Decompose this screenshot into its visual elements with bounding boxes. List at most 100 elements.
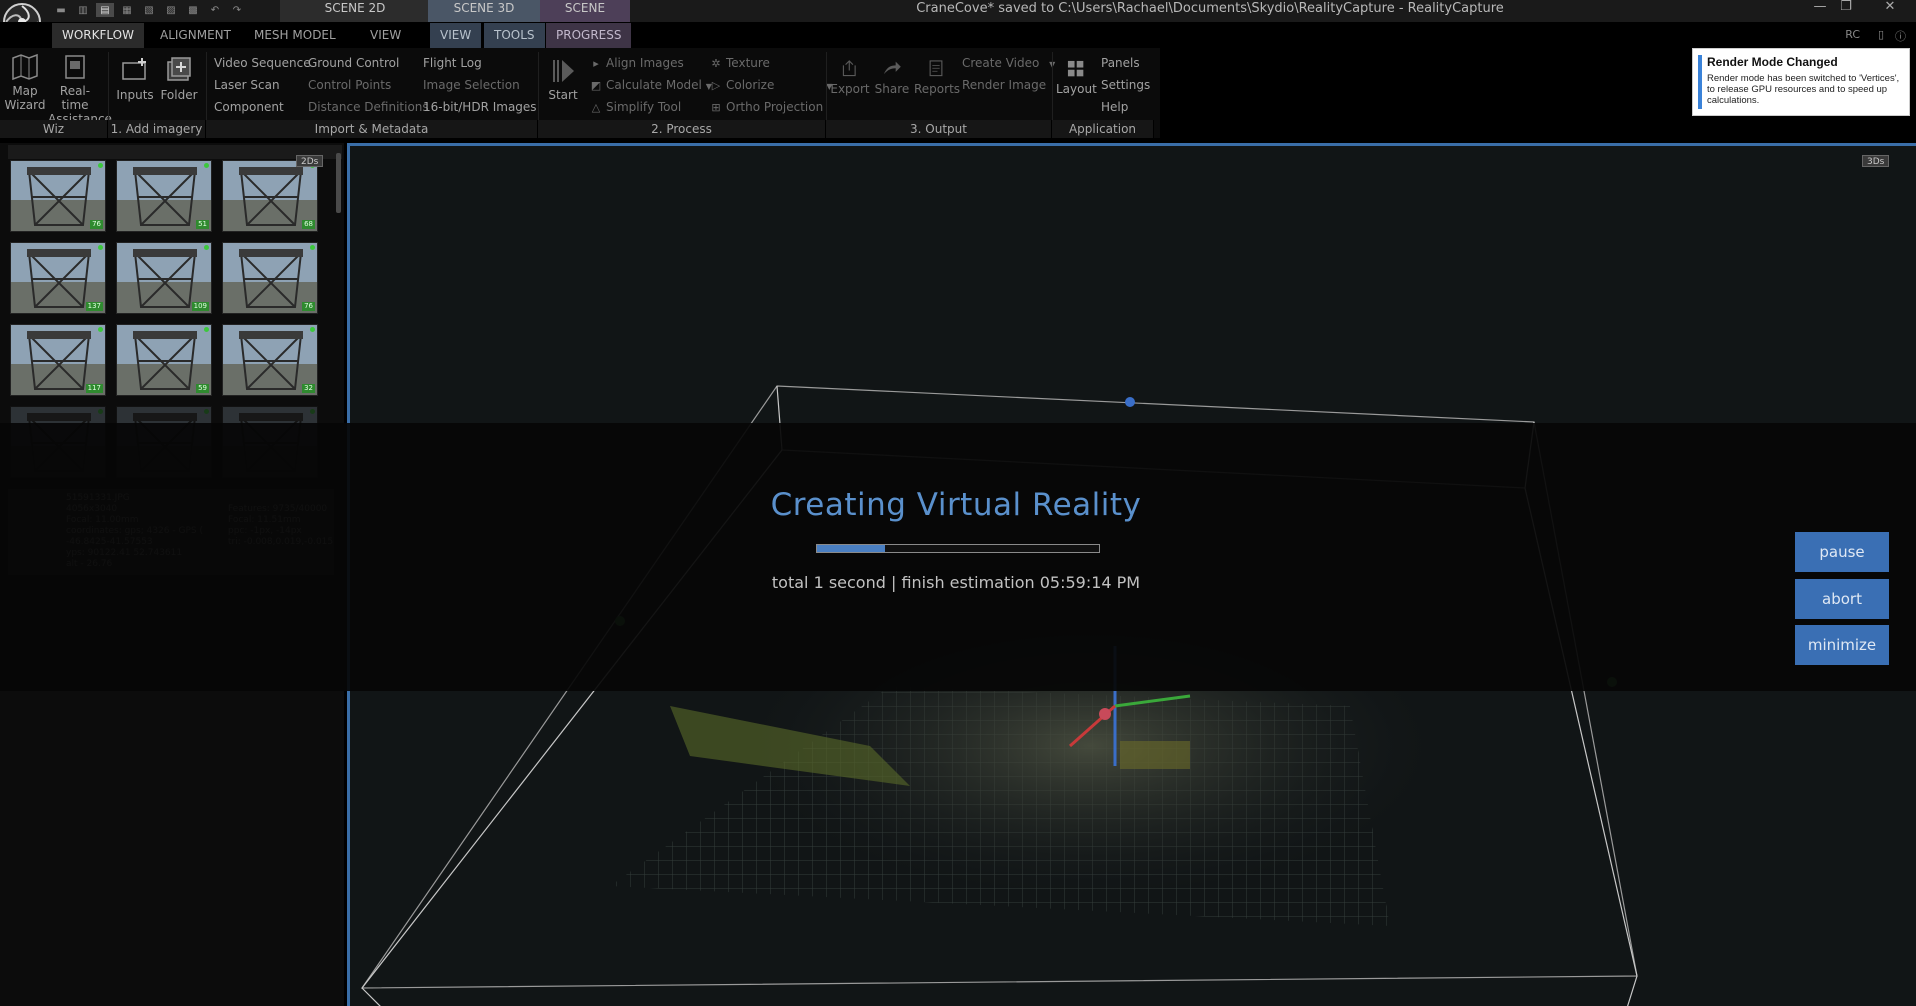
layout-4-icon[interactable]: ▦ [118, 3, 136, 17]
image-selection-button[interactable]: Image Selection [423, 78, 520, 92]
layout-7-icon[interactable]: ▩ [184, 3, 202, 17]
section-application: Application [1052, 120, 1154, 138]
panels-button[interactable]: Panels [1101, 56, 1140, 70]
export-label: Export [830, 82, 870, 96]
align-images-button[interactable]: ▸ Align Images [590, 56, 684, 70]
section-output: 3. Output [826, 120, 1052, 138]
tab-alignment[interactable]: ALIGNMENT [150, 23, 241, 48]
render-image-button[interactable]: Render Image [962, 78, 1046, 92]
layout-6-icon[interactable]: ▨ [162, 3, 180, 17]
distance-definitions-button[interactable]: Distance Definitions [308, 100, 429, 114]
export-button[interactable]: Export [830, 58, 870, 96]
pause-button[interactable]: pause [1795, 532, 1889, 572]
layout-button[interactable]: Layout [1056, 58, 1097, 96]
layout-5-icon[interactable]: ▧ [140, 3, 158, 17]
restore-window-button[interactable]: ❐ [1826, 0, 1866, 16]
start-label: Start [548, 88, 578, 102]
context-tab-scene-3d[interactable]: SCENE 3D [428, 0, 540, 22]
texture-icon: ✲ [711, 57, 721, 70]
progress-title: Creating Virtual Reality [770, 487, 1142, 523]
minimize-progress-button[interactable]: minimize [1795, 625, 1889, 665]
render-mode-notification[interactable]: Render Mode Changed Render mode has been… [1692, 48, 1910, 116]
reports-label: Reports [914, 82, 961, 96]
image-thumbnail[interactable]: 117 [10, 324, 106, 396]
inputs-button[interactable]: Inputs [112, 56, 158, 102]
video-sequence-button[interactable]: Video Sequence [214, 56, 311, 70]
image-thumbnail[interactable]: 137 [10, 242, 106, 314]
create-video-button[interactable]: Create Video ▼ [962, 56, 1055, 70]
image-thumbnail[interactable]: 51 [116, 160, 212, 232]
control-points-button[interactable]: Control Points [308, 78, 391, 92]
redo-icon[interactable]: ↷ [228, 3, 246, 17]
tab-scene-view[interactable]: VIEW [430, 23, 482, 48]
feature-count-badge: 68 [302, 220, 315, 229]
tab-view[interactable]: VIEW [360, 23, 411, 48]
share-icon [883, 61, 901, 75]
status-dot-icon [98, 245, 103, 250]
folder-button[interactable]: Folder [156, 56, 202, 102]
rc-label[interactable]: RC [1845, 28, 1860, 41]
calculate-model-button[interactable]: ◩ Calculate Model ▼ [590, 78, 712, 92]
flight-log-button[interactable]: Flight Log [423, 56, 482, 70]
texture-button[interactable]: ✲ Texture [710, 56, 770, 70]
image-thumbnail[interactable]: 59 [116, 324, 212, 396]
view-badge-3ds[interactable]: 3Ds [1862, 155, 1890, 167]
status-dot-icon [310, 409, 315, 414]
feature-count-badge: 59 [196, 384, 209, 393]
document-icon[interactable]: ▯ [1878, 28, 1884, 41]
undo-icon[interactable]: ↶ [206, 3, 224, 17]
section-add-imagery: 1. Add imagery [108, 120, 206, 138]
simplify-tool-button[interactable]: △ Simplify Tool [590, 100, 681, 114]
layout-2-icon[interactable]: ▥ [74, 3, 92, 17]
component-button[interactable]: Component [214, 100, 284, 114]
box-handle-center[interactable] [1099, 708, 1111, 720]
window-title: CraneCove* saved to C:\Users\Rachael\Doc… [916, 1, 1504, 16]
ortho-projection-button[interactable]: ⊞ Ortho Projection [710, 100, 823, 114]
quick-access-toolbar: ▬ ▥ ▤ ▦ ▧ ▨ ▩ ↶ ↷ [52, 3, 246, 17]
ribbon-tab-row: WORKFLOW ALIGNMENT MESH MODEL VIEW VIEW … [0, 22, 1916, 48]
tab-mesh-model[interactable]: MESH MODEL [244, 23, 346, 48]
realtime-assistance-button[interactable]: Real-time Assistance [48, 52, 112, 126]
tab-progress[interactable]: PROGRESS [546, 23, 632, 48]
map-wizard-button[interactable]: Map Wizard [2, 52, 48, 112]
abort-button[interactable]: abort [1795, 579, 1889, 619]
image-thumbnail[interactable]: 76 [222, 242, 318, 314]
info-icon[interactable]: ⓘ [1895, 28, 1906, 44]
realtime-icon [65, 55, 85, 79]
progress-status: total 1 second | finish estimation 05:59… [771, 573, 1141, 592]
status-dot-icon [204, 409, 209, 414]
image-thumbnail[interactable]: 76 [10, 160, 106, 232]
image-thumbnail[interactable]: 32 [222, 324, 318, 396]
layout-icon [1067, 60, 1084, 77]
layout-3-icon[interactable]: ▤ [96, 3, 114, 17]
tab-tools[interactable]: TOOLS [484, 23, 545, 48]
image-thumbnail[interactable]: 68 [222, 160, 318, 232]
section-process: 2. Process [538, 120, 826, 138]
close-window-button[interactable]: ✕ [1870, 0, 1910, 16]
status-dot-icon [310, 327, 315, 332]
image-thumbnail[interactable]: 109 [116, 242, 212, 314]
tab-workflow[interactable]: WORKFLOW [52, 23, 144, 48]
settings-button[interactable]: Settings [1101, 78, 1150, 92]
layout-1-icon[interactable]: ▬ [52, 3, 70, 17]
hdr-images-button[interactable]: 16-bit/HDR Images [423, 100, 537, 114]
laser-scan-button[interactable]: Laser Scan [214, 78, 280, 92]
start-button[interactable]: Start [544, 56, 582, 102]
share-button[interactable]: Share [872, 58, 912, 96]
panel-scrollbar[interactable] [336, 153, 341, 213]
view-badge-2ds[interactable]: 2Ds [296, 155, 324, 167]
box-handle-top[interactable] [1125, 397, 1135, 407]
share-label: Share [874, 82, 910, 96]
reports-button[interactable]: Reports [914, 58, 961, 96]
colorize-button[interactable]: ▷ Colorize ▼ [710, 78, 833, 92]
context-tab-scene[interactable]: SCENE [540, 0, 630, 22]
ground-control-button[interactable]: Ground Control [308, 56, 399, 70]
context-tab-scene-2d[interactable]: SCENE 2D [280, 0, 430, 22]
calculate-model-label: Calculate Model [606, 78, 702, 92]
help-button[interactable]: Help [1101, 100, 1128, 114]
ribbon: Map Wizard Real-time Assistance Inputs F… [0, 48, 1160, 138]
notification-body: Render mode has been switched to 'Vertic… [1707, 73, 1900, 106]
status-dot-icon [204, 163, 209, 168]
simplify-tool-label: Simplify Tool [606, 100, 682, 114]
add-image-icon [122, 58, 146, 80]
